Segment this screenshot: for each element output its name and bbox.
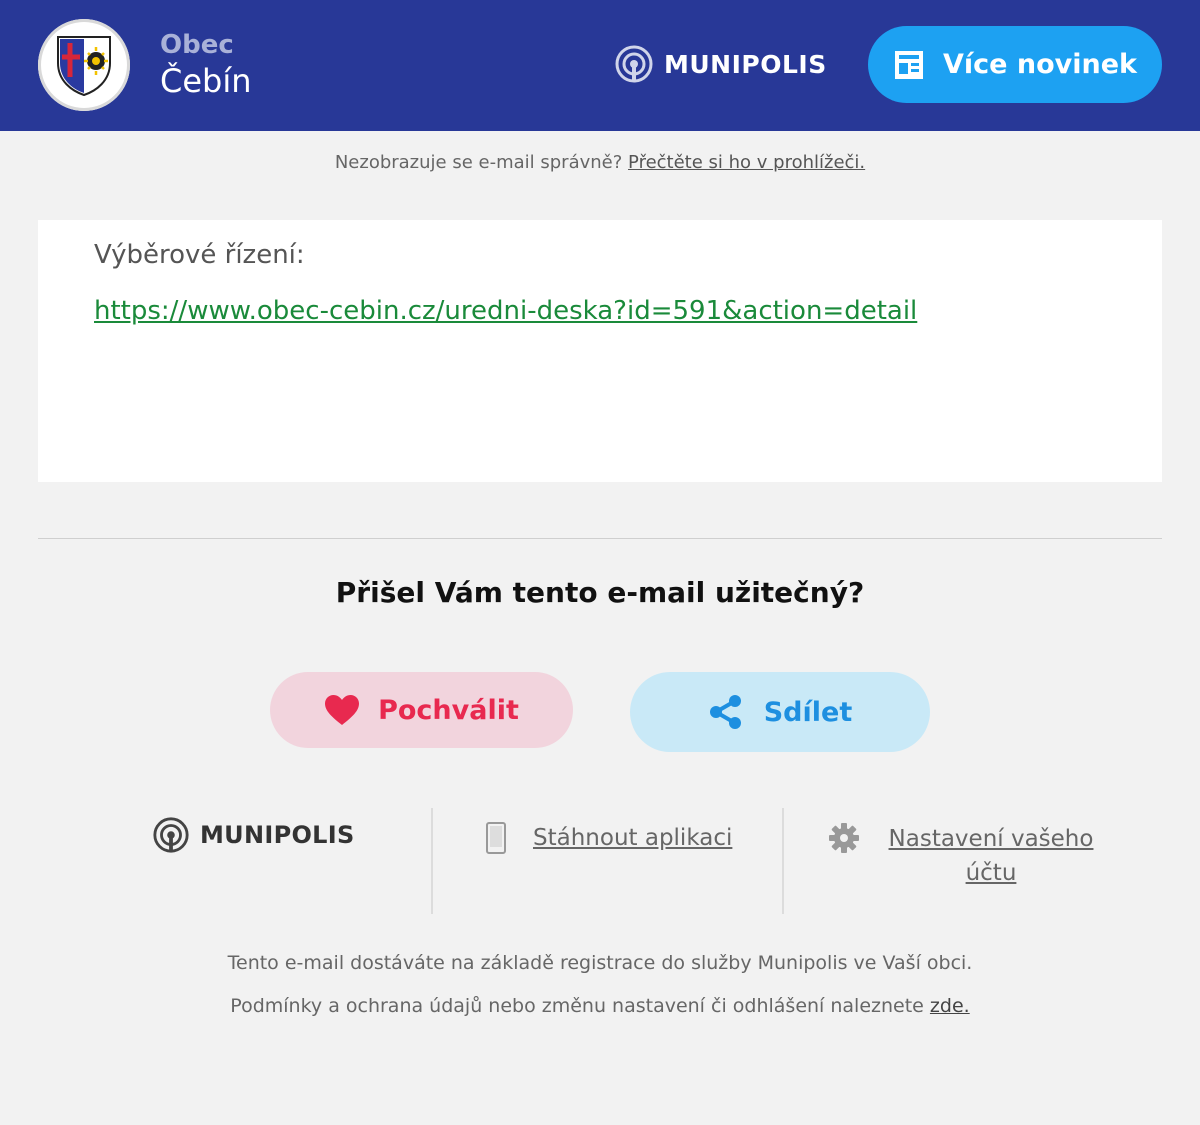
newspaper-icon xyxy=(895,50,923,79)
registration-notice: Tento e-mail dostáváte na základě regist… xyxy=(227,952,973,974)
notice-text: Nezobrazuje se e-mail správně? xyxy=(334,152,623,173)
broadcast-icon xyxy=(153,817,189,853)
share-button[interactable]: Sdílet xyxy=(630,672,930,752)
more-news-label: Více novinek xyxy=(943,49,1137,80)
coat-of-arms-icon xyxy=(57,36,111,97)
download-app-label: Stáhnout aplikaci xyxy=(533,825,733,851)
section-divider xyxy=(38,538,1162,539)
gear-icon xyxy=(829,823,859,853)
header: Obec Čebín MUNIPOLIS Více novinek xyxy=(0,0,1200,131)
broadcast-icon xyxy=(615,45,653,83)
article-title: Výběrové řízení: xyxy=(94,240,305,270)
praise-label: Pochválit xyxy=(378,694,519,726)
article-link[interactable]: https://www.obec-cebin.cz/uredni-deska?i… xyxy=(94,296,917,326)
download-app-link[interactable]: Stáhnout aplikaci xyxy=(485,822,732,854)
share-icon xyxy=(709,695,741,729)
terms-link[interactable]: zde. xyxy=(930,995,970,1017)
account-settings-link[interactable]: Nastavení vašeho účtu xyxy=(828,822,1100,890)
town-logo[interactable] xyxy=(38,19,130,111)
footer-brand-label: MUNIPOLIS xyxy=(200,821,355,849)
view-in-browser-link[interactable]: Přečtěte si ho v prohlížeči. xyxy=(628,152,865,173)
munipolis-brand[interactable]: MUNIPOLIS xyxy=(614,44,827,84)
account-settings-label: Nastavení vašeho účtu xyxy=(888,826,1094,886)
footer-brand[interactable]: MUNIPOLIS xyxy=(152,816,355,854)
town-label: Obec xyxy=(160,30,234,60)
terms-text: Podmínky a ochrana údajů nebo změnu nast… xyxy=(230,995,924,1017)
footer-separator xyxy=(782,808,784,914)
praise-button[interactable]: Pochválit xyxy=(270,672,573,748)
share-label: Sdílet xyxy=(763,696,853,728)
terms-notice: Podmínky a ochrana údajů nebo změnu nast… xyxy=(0,995,1200,1017)
article-card: Výběrové řízení: https://www.obec-cebin.… xyxy=(38,220,1162,482)
brand-label: MUNIPOLIS xyxy=(664,49,827,79)
feedback-question: Přišel Vám tento e-mail užitečný? xyxy=(335,576,865,609)
heart-icon xyxy=(325,695,360,725)
town-name: Čebín xyxy=(160,62,252,100)
phone-icon xyxy=(486,822,506,854)
more-news-button[interactable]: Více novinek xyxy=(868,26,1162,103)
footer-separator xyxy=(431,808,433,914)
browser-notice: Nezobrazuje se e-mail správně? Přečtěte … xyxy=(0,152,1200,173)
